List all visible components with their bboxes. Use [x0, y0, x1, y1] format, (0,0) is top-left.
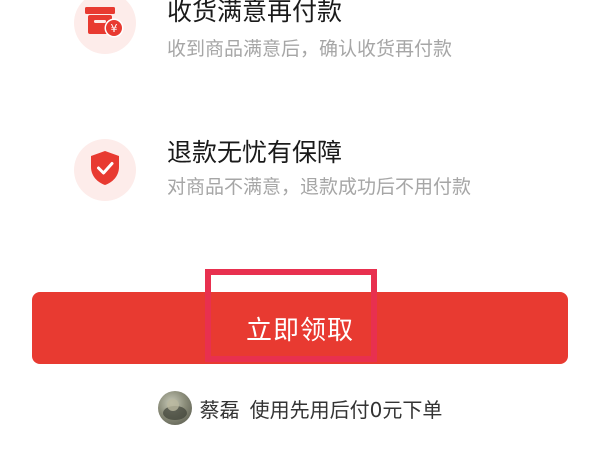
footer-user-note: 蔡磊 使用先用后付0元下单 [0, 388, 600, 428]
feature-description: 收到商品满意后，确认收货再付款 [167, 38, 453, 60]
user-name: 蔡磊 [199, 397, 240, 422]
claim-now-button[interactable]: 立即领取 [32, 292, 568, 364]
feature-title: 退款无忧有保障 [167, 138, 343, 167]
box-yen-icon: ¥ [83, 1, 127, 45]
feature-icon-container: ¥ [74, 0, 136, 54]
feature-icon-container [74, 139, 136, 201]
shield-check-icon [88, 149, 122, 191]
claim-button-label: 立即领取 [245, 315, 354, 346]
avatar [157, 391, 192, 425]
feature-title: 收货满意再付款 [167, 0, 343, 26]
footer-message: 使用先用后付0元下单 [249, 397, 443, 422]
feature-description: 对商品不满意，退款成功后不用付款 [167, 176, 472, 198]
svg-text:¥: ¥ [111, 22, 118, 35]
